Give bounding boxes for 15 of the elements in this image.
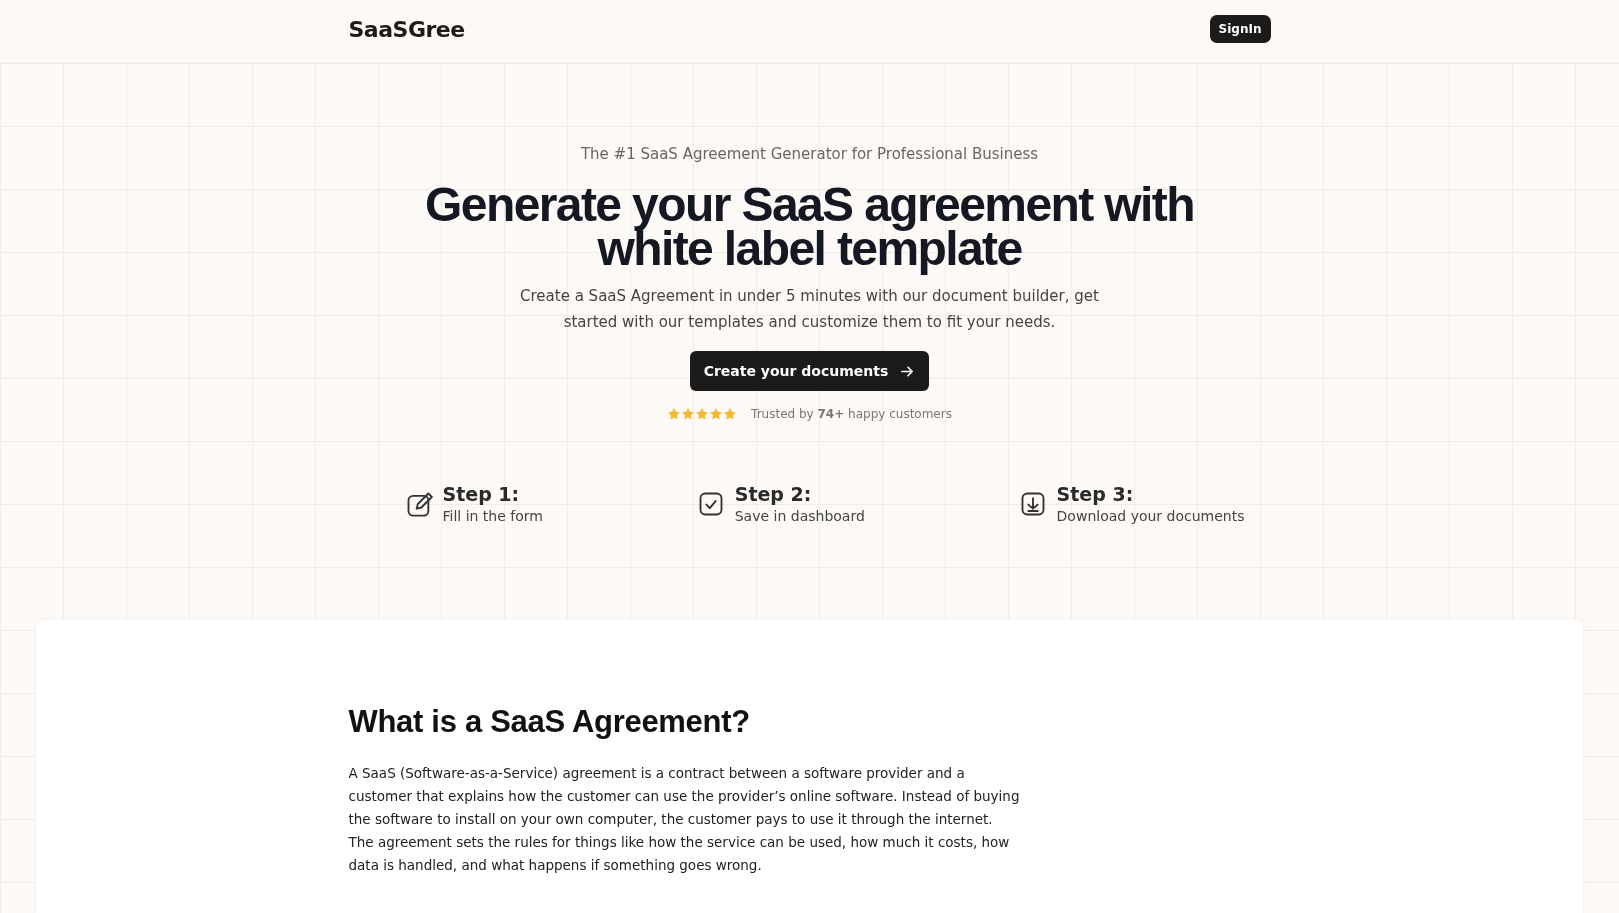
- subtitle: Create a SaaS Agreement in under 5 minutes with our document builder, get started with our templates and customize them to fit your needs.: [519, 286, 1100, 333]
- headline: Generate your SaaS agreement with white label template: [424, 181, 1195, 275]
- step-title: Step 1:: [442, 483, 521, 505]
- step-description: Fill in the form: [442, 508, 543, 524]
- create-documents-button[interactable]: Create your documents: [689, 351, 930, 391]
- tagline: The #1 SaaS Agreement Generator for Professional Business: [580, 145, 1039, 163]
- step-description: Download your documents: [1056, 508, 1245, 524]
- section-heading: What is a SaaS Agreement?: [348, 704, 751, 740]
- paragraph: A SaaS (Software-as-a-Service) agreement is a contract between a software provider and a customer that explains how the customer can use the provider’s online software. Instead of buying the software to install on your own computer, the customer pays to use it through the internet. The agreement sets the rules for things like how the service can be used, how much it costs, how data is handled, and what happens if something goes wrong.: [348, 764, 1021, 875]
- step-title: Step 2:: [734, 483, 813, 505]
- signin-button[interactable]: SignIn: [1209, 15, 1271, 43]
- step-title: Step 3:: [1056, 483, 1135, 505]
- logo[interactable]: SaaSGree: [348, 16, 465, 42]
- step-description: Save in dashboard: [734, 508, 865, 524]
- trusted-by-text: Trusted by 74+ happy customers: [751, 407, 952, 421]
